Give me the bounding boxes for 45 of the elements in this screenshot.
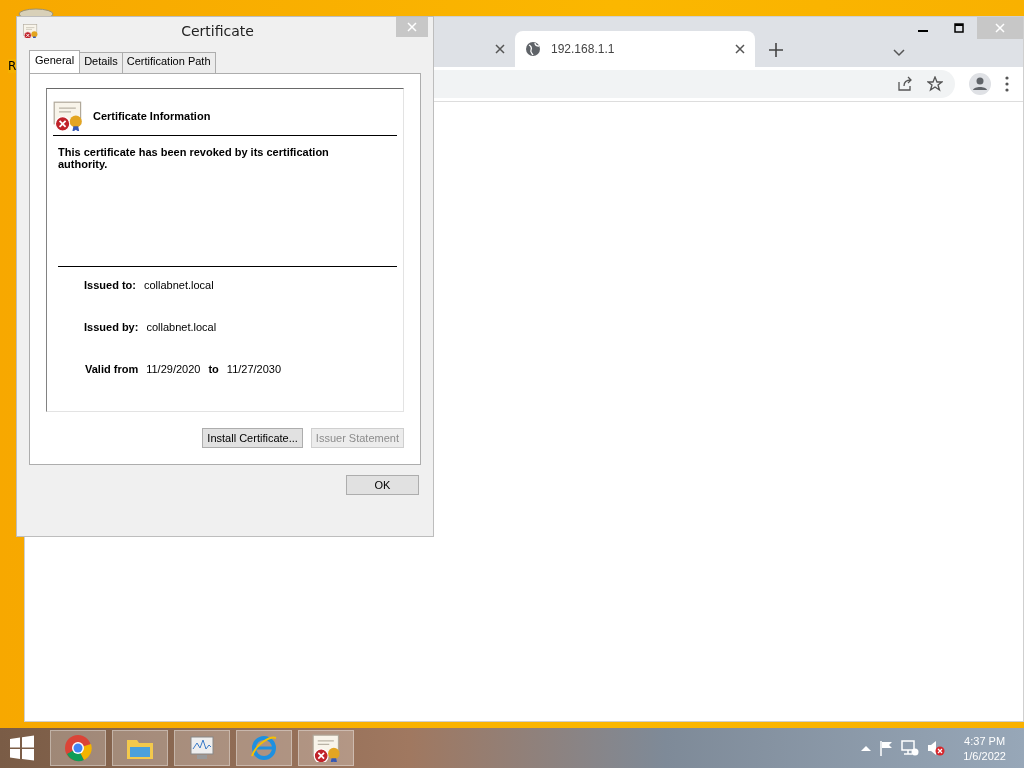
window-title: Certificate (180, 23, 255, 39)
share-icon[interactable] (897, 76, 913, 92)
taskbar-button[interactable] (298, 730, 354, 766)
info-heading: Certificate Information (93, 110, 211, 122)
taskbar-button[interactable] (50, 730, 106, 766)
dialog-button[interactable]: Install Certificate... (202, 428, 303, 448)
field-value: collabnet.local (146, 321, 217, 333)
browser-e-icon (250, 734, 278, 762)
windows-logo-icon[interactable] (9, 735, 35, 761)
revoked-certificate-icon (53, 101, 83, 131)
field-label: Valid from (85, 363, 139, 375)
certificate-icon (23, 24, 39, 38)
certificate-icon (312, 734, 340, 762)
dialog-tab[interactable]: Certification Path (121, 52, 216, 73)
network-icon[interactable] (901, 740, 920, 756)
dialog-tab[interactable]: General (29, 50, 81, 73)
monitor-icon (188, 734, 216, 762)
status-message: This certificate has been revoked by its certification authority. (58, 146, 397, 267)
dialog-tab[interactable]: Details (79, 52, 123, 73)
clock-date: 1/6/2022 (963, 749, 1006, 762)
desktop-icon-label[interactable]: R (8, 59, 17, 73)
field-value: 11/29/2020 (146, 363, 201, 375)
field-value: 11/27/2030 (226, 363, 282, 375)
star-icon[interactable] (927, 76, 943, 92)
clock-time: 4:37 PM (964, 734, 1006, 747)
chrome-icon (64, 734, 92, 762)
profile-icon[interactable] (969, 73, 991, 95)
chevron-up-icon[interactable] (861, 745, 872, 751)
close-icon[interactable] (495, 44, 505, 54)
ok-button[interactable]: OK (346, 475, 419, 495)
maximize-icon[interactable] (954, 23, 964, 33)
chevron-down-icon[interactable] (893, 49, 905, 57)
field-value: collabnet.local (143, 279, 214, 291)
speaker-muted-icon[interactable] (927, 740, 946, 756)
plus-icon[interactable] (769, 43, 783, 57)
globe-icon (525, 41, 541, 57)
taskbar-button[interactable] (174, 730, 230, 766)
close-icon (407, 22, 417, 32)
field-label: Issued to: (84, 279, 136, 291)
browser-tab[interactable]: 192.168.1.1 (515, 31, 755, 67)
close-icon[interactable] (735, 44, 745, 54)
menu-icon[interactable] (1005, 76, 1009, 92)
field-label: Issued by: (84, 321, 139, 333)
flag-icon[interactable] (879, 740, 894, 756)
field-label: to (208, 363, 219, 375)
